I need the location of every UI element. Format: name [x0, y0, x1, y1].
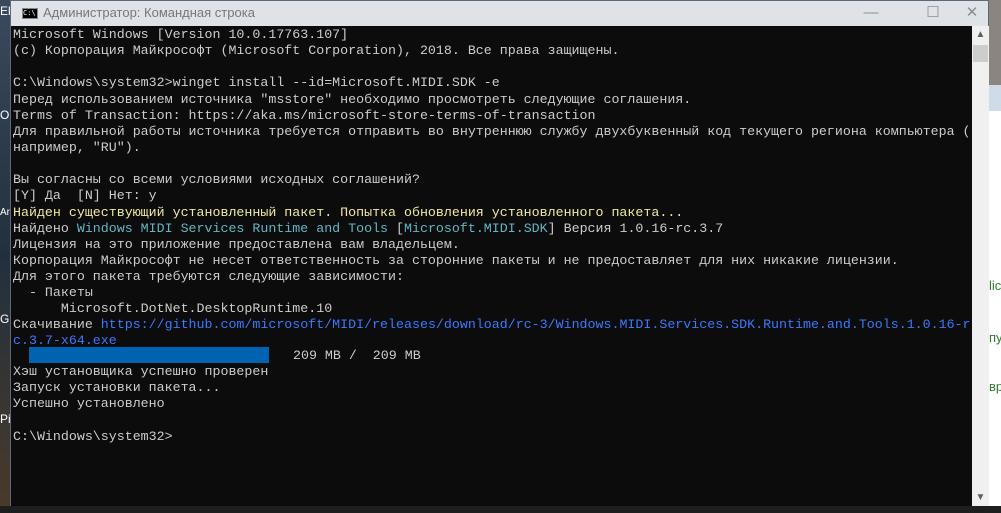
console-prompt[interactable]: C:\Windows\system32>: [13, 429, 173, 445]
console-line: [Y] Да [N] Нет: y: [13, 188, 157, 203]
console-line: Microsoft Windows [Version 10.0.17763.10…: [13, 27, 349, 42]
download-url[interactable]: https://github.com/microsoft/MIDI/releas…: [101, 317, 971, 332]
console-command: C:\Windows\system32>winget install --id=…: [13, 75, 500, 90]
console-line: Хэш установщика успешно проверен: [13, 364, 269, 379]
bracket-open: [: [388, 221, 405, 236]
download-label: Скачивание: [13, 317, 101, 332]
console-warning-line: Найден существующий установленный пакет.…: [13, 205, 684, 220]
console-line: например, "RU").: [13, 140, 141, 155]
console-line: (c) Корпорация Майкрософт (Microsoft Cor…: [13, 43, 620, 58]
console-line: Terms of Transaction: https://aka.ms/mic…: [13, 108, 596, 123]
found-prefix: Найдено: [13, 221, 77, 236]
background-app-image: [989, 0, 1001, 85]
background-app-text: lic: [989, 278, 1001, 293]
background-app-window: [989, 0, 1001, 513]
console-line: Для правильной работы источника требуетс…: [13, 124, 971, 139]
maximize-button[interactable]: ☐: [916, 1, 950, 26]
package-name: Windows MIDI Services Runtime and Tools: [76, 221, 389, 236]
package-version: ] Версия 1.0.16-rc.3.7: [547, 221, 724, 236]
scroll-down-arrow-icon[interactable]: ▼: [972, 489, 989, 506]
console-line: Запуск установки пакета...: [13, 380, 221, 395]
taskbar-edge: [0, 506, 1001, 513]
vertical-scrollbar[interactable]: ▲ ▼: [972, 26, 989, 506]
background-app-text: пу: [989, 330, 1001, 345]
minimize-button[interactable]: —: [854, 1, 888, 26]
scrollbar-thumb[interactable]: [973, 45, 988, 62]
scroll-up-arrow-icon[interactable]: ▲: [972, 26, 989, 43]
console-download-line: Скачивание https://github.com/microsoft/…: [13, 317, 971, 333]
background-app-text: вр: [989, 379, 1001, 394]
background-app-band: [989, 85, 1001, 111]
console-found-line: Найдено Windows MIDI Services Runtime an…: [13, 221, 723, 237]
cmd-window: C:\ Администратор: Командная строка — ☐ …: [10, 0, 989, 506]
console-line: Успешно установлено: [13, 396, 165, 411]
console-line: Лицензия на это приложение предоставлена…: [13, 237, 460, 252]
download-size: 209 MB / 209 MB: [293, 348, 421, 363]
console-output[interactable]: Microsoft Windows [Version 10.0.17763.10…: [11, 26, 972, 506]
console-line: Вы согласны со всеми условиями исходных …: [13, 172, 420, 187]
title-bar[interactable]: C:\ Администратор: Командная строка — ☐ …: [11, 1, 988, 26]
window-title: Администратор: Командная строка: [43, 5, 255, 20]
console-line: Microsoft.DotNet.DesktopRuntime.10: [13, 301, 333, 316]
download-progress-bar: [29, 347, 269, 363]
console-line: - Пакеты: [13, 285, 93, 300]
console-line: Перед использованием источника "msstore"…: [13, 92, 692, 107]
package-id: Microsoft.MIDI.SDK: [404, 221, 548, 236]
close-button[interactable]: ✕: [955, 1, 989, 26]
console-line: Корпорация Майкрософт не несет ответстве…: [13, 253, 899, 268]
console-line: Для этого пакета требуются следующие зав…: [13, 269, 404, 284]
cmd-icon: C:\: [22, 8, 38, 19]
